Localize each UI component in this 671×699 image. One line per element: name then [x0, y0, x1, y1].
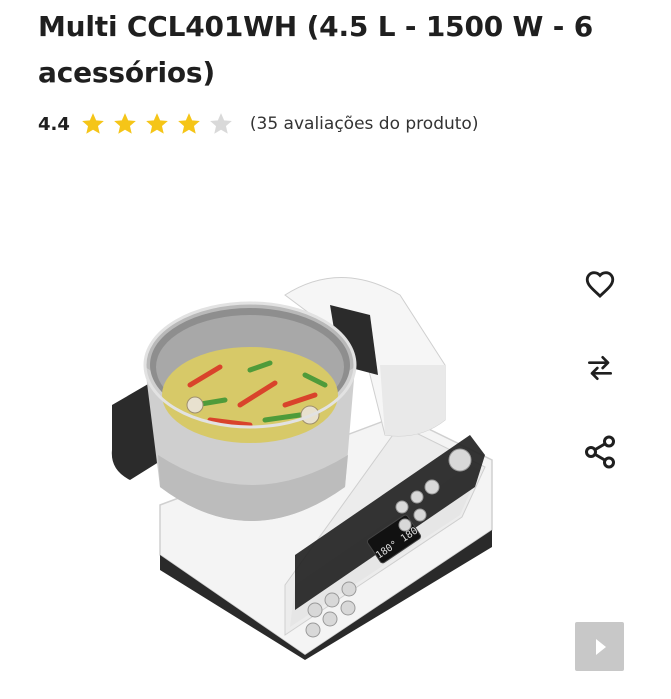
product-title: Multi CCL401WH (4.5 L - 1500 W - 6 acess…: [38, 10, 594, 89]
star-icon: [114, 113, 136, 134]
share-button[interactable]: [578, 430, 622, 474]
product-image[interactable]: 180° 180: [100, 255, 500, 660]
chevron-right-icon: [595, 638, 606, 655]
compare-button[interactable]: [578, 346, 622, 390]
image-next-button[interactable]: [575, 622, 624, 671]
review-count-link[interactable]: (35 avaliações do produto): [250, 114, 479, 134]
wishlist-button[interactable]: [578, 262, 622, 306]
star-icon: [146, 113, 168, 134]
rating-row[interactable]: 4.4 (35 avaliações do produto): [38, 108, 478, 140]
star-icon: [82, 113, 104, 134]
star-rating: [80, 111, 240, 137]
star-icon: [178, 113, 200, 134]
rating-value: 4.4: [38, 113, 70, 135]
heart-icon: [585, 271, 615, 298]
compare-arrows-icon: [588, 356, 612, 380]
share-icon: [585, 435, 615, 469]
star-empty-icon: [210, 113, 232, 134]
